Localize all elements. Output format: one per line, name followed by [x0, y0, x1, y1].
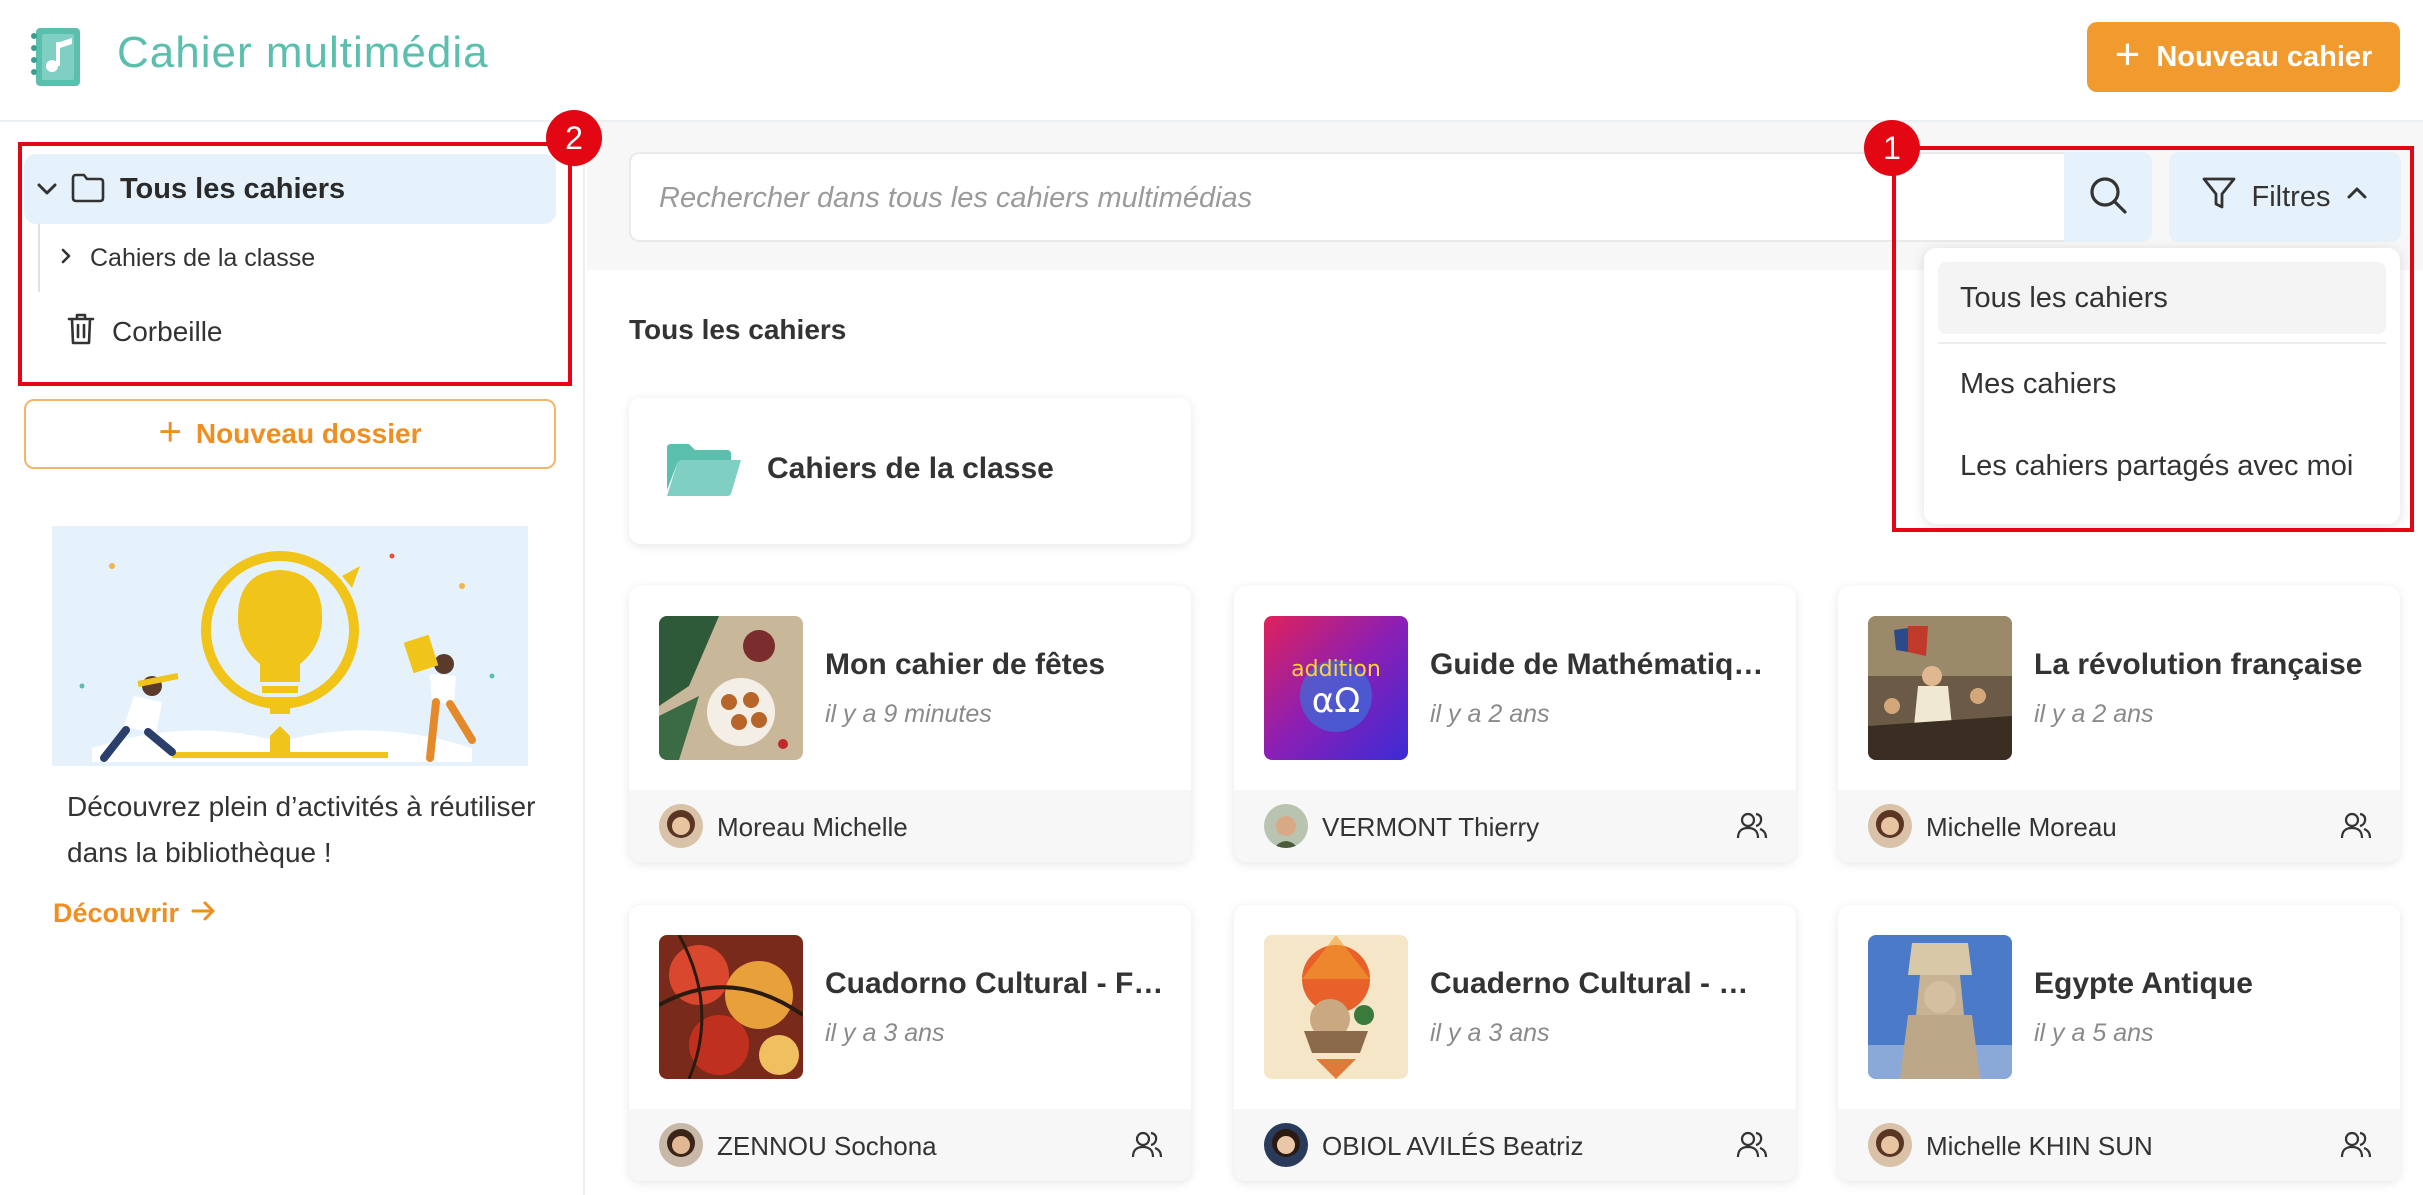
notebook-footer: Moreau Michelle [629, 790, 1191, 862]
notebook-card[interactable]: Mon cahier de fêtes il y a 9 minutes Mor… [629, 586, 1191, 862]
shared-users-icon [2340, 1129, 2372, 1166]
discover-link[interactable]: Découvrir [53, 898, 217, 929]
avatar [1868, 1123, 1912, 1167]
notebook-thumbnail: addition αΩ [1264, 616, 1408, 760]
new-notebook-button[interactable]: + Nouveau cahier [2087, 22, 2400, 92]
app-title: Cahier multimédia [117, 28, 489, 77]
avatar [659, 1123, 703, 1167]
shared-users-icon [1736, 810, 1768, 847]
shared-users-icon [1736, 1129, 1768, 1166]
new-notebook-label: Nouveau cahier [2156, 40, 2373, 73]
notebook-footer: ZENNOU Sochona [629, 1109, 1191, 1181]
notebook-thumbnail [1868, 616, 2012, 760]
plus-icon: + [158, 409, 182, 454]
library-promo-illustration [52, 526, 528, 766]
notebook-footer: Michelle Moreau [1838, 790, 2400, 862]
notebook-time: il y a 3 ans [1430, 1019, 1550, 1047]
arrow-right-icon [191, 898, 217, 929]
notebook-time: il y a 5 ans [2034, 1019, 2154, 1047]
shared-users-icon [2340, 810, 2372, 847]
avatar [1264, 1123, 1308, 1167]
annotation-badge-1: 1 [1864, 120, 1920, 176]
app-logo-icon[interactable] [28, 22, 90, 92]
notebook-title: Mon cahier de fêtes [825, 648, 1106, 681]
notebook-author: OBIOL AVILÉS Beatriz [1322, 1131, 1584, 1161]
plus-icon: + [2114, 30, 2141, 79]
notebook-time: il y a 2 ans [1430, 700, 1550, 728]
notebook-card[interactable]: La révolution française il y a 2 ans Mic… [1838, 586, 2400, 862]
notebook-footer: OBIOL AVILÉS Beatriz [1234, 1109, 1796, 1181]
svg-text:αΩ: αΩ [1312, 681, 1360, 721]
notebook-time: il y a 9 minutes [825, 700, 992, 728]
notebook-thumbnail [1264, 935, 1408, 1079]
open-folder-icon [663, 440, 745, 505]
avatar [659, 804, 703, 848]
shared-users-icon [1131, 1129, 1163, 1166]
notebook-thumbnail [1868, 935, 2012, 1079]
search-input[interactable] [659, 174, 2009, 222]
notebook-title: Cuadorno Cultural - Francia [825, 967, 1165, 1000]
discover-label: Découvrir [53, 898, 180, 928]
new-folder-label: Nouveau dossier [195, 418, 422, 449]
svg-text:addition: addition [1291, 657, 1381, 682]
notebook-title: Guide de Mathématiques pour tous [1430, 648, 1770, 681]
folder-card-label: Cahiers de la classe [767, 452, 1054, 485]
notebook-card[interactable]: additionαΩ Guide de Mathématiques pour t… [1234, 586, 1796, 862]
folder-card-class-notebooks[interactable]: Cahiers de la classe [629, 398, 1191, 544]
notebook-title: Cuaderno Cultural - Mexico [1430, 967, 1770, 1000]
notebook-author: Moreau Michelle [717, 812, 908, 842]
annotation-box-2 [18, 142, 572, 386]
notebook-author: Michelle Moreau [1926, 812, 2117, 842]
annotation-badge-2: 2 [546, 110, 602, 166]
notebook-card[interactable]: Egypte Antique il y a 5 ans Michelle KHI… [1838, 905, 2400, 1181]
app-header: Cahier multimédia + Nouveau cahier [0, 0, 2423, 122]
annotation-box-1 [1892, 146, 2414, 532]
notebook-thumbnail [659, 935, 803, 1079]
notebook-footer: Michelle KHIN SUN [1838, 1109, 2400, 1181]
notebook-time: il y a 2 ans [2034, 700, 2154, 728]
avatar [1264, 804, 1308, 848]
new-folder-button[interactable]: + Nouveau dossier [24, 399, 556, 469]
notebook-title: Egypte Antique [2034, 967, 2253, 1000]
notebook-footer: VERMONT Thierry [1234, 790, 1796, 862]
notebook-thumbnail [659, 616, 803, 760]
notebook-card[interactable]: Cuadorno Cultural - Francia il y a 3 ans… [629, 905, 1191, 1181]
notebook-title: La révolution française [2034, 648, 2363, 681]
notebook-card[interactable]: Cuaderno Cultural - Mexico il y a 3 ans … [1234, 905, 1796, 1181]
notebook-time: il y a 3 ans [825, 1019, 945, 1047]
notebook-author: VERMONT Thierry [1322, 812, 1540, 842]
promo-text: Découvrez plein d’activités à réutiliser… [67, 791, 536, 868]
notebook-author: ZENNOU Sochona [717, 1131, 937, 1161]
section-title: Tous les cahiers [629, 314, 847, 345]
notebook-author: Michelle KHIN SUN [1926, 1131, 2153, 1161]
avatar [1868, 804, 1912, 848]
